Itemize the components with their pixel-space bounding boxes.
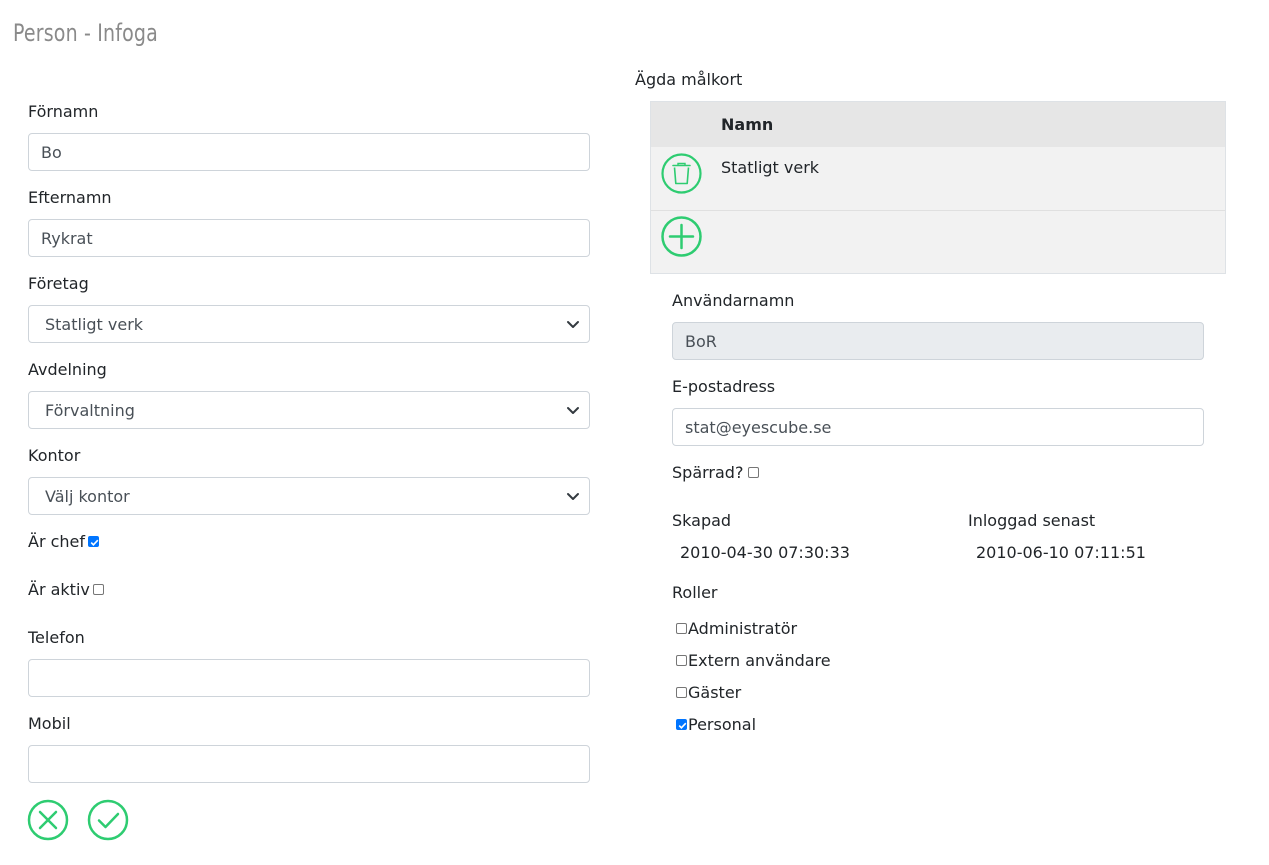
mobile-input[interactable]: [28, 745, 590, 783]
email-input[interactable]: [672, 408, 1204, 446]
cancel-button[interactable]: [27, 799, 69, 841]
department-select-value: Förvaltning: [45, 400, 135, 420]
role-checkbox-guests[interactable]: [676, 686, 687, 698]
created-value: 2010-04-30 07:30:33: [680, 543, 850, 562]
mobile-label: Mobil: [28, 714, 71, 733]
row-name-cell: Statligt verk: [721, 158, 820, 177]
check-circle-icon: [87, 799, 129, 841]
is-manager-label: Är chef: [28, 532, 86, 551]
last-login-label: Inloggad senast: [968, 511, 1096, 530]
department-select[interactable]: Förvaltning: [28, 391, 590, 429]
plus-circle-icon: [661, 216, 702, 257]
username-label: Användarnamn: [672, 291, 795, 310]
row-divider: [651, 210, 1225, 211]
chevron-down-icon: [567, 493, 579, 500]
role-label: Administratör: [688, 619, 798, 638]
department-label: Avdelning: [28, 360, 107, 379]
role-label: Extern användare: [688, 651, 831, 670]
role-checkbox-administrator[interactable]: [676, 622, 687, 634]
delete-row-button[interactable]: [661, 153, 702, 194]
x-circle-icon: [27, 799, 69, 841]
role-checkbox-staff[interactable]: [676, 718, 687, 730]
created-label: Skapad: [672, 511, 732, 530]
chevron-down-icon: [567, 407, 579, 414]
phone-input[interactable]: [28, 659, 590, 697]
company-select-value: Statligt verk: [45, 314, 144, 334]
is-manager-row: Är chef: [28, 532, 100, 552]
role-label: Personal: [688, 715, 757, 734]
target-cards-title: Ägda målkort: [635, 70, 743, 89]
first-name-label: Förnamn: [28, 102, 99, 121]
table-header: Namn: [651, 102, 1225, 147]
page-title: Person - Infoga: [13, 19, 158, 47]
email-label: E-postadress: [672, 377, 776, 396]
role-label: Gäster: [688, 683, 742, 702]
role-checkbox-external-user[interactable]: [676, 654, 687, 666]
office-select[interactable]: Välj kontor: [28, 477, 590, 515]
last-login-value: 2010-06-10 07:11:51: [976, 543, 1146, 562]
is-manager-checkbox[interactable]: [88, 535, 100, 547]
role-item-external-user: Extern användare: [676, 651, 831, 671]
role-item-staff: Personal: [676, 715, 756, 735]
blocked-label: Spärrad?: [672, 463, 744, 482]
role-item-administrator: Administratör: [676, 619, 797, 639]
is-active-label: Är aktiv: [28, 580, 90, 599]
add-target-card-button[interactable]: [661, 216, 702, 257]
role-item-guests: Gäster: [676, 683, 741, 703]
chevron-down-icon: [567, 321, 579, 328]
blocked-checkbox[interactable]: [748, 466, 760, 478]
company-label: Företag: [28, 274, 89, 293]
company-select[interactable]: Statligt verk: [28, 305, 590, 343]
save-button[interactable]: [87, 799, 129, 841]
phone-label: Telefon: [28, 628, 85, 647]
office-select-value: Välj kontor: [45, 486, 130, 506]
blocked-row: Spärrad?: [672, 463, 760, 483]
roles-title: Roller: [672, 583, 718, 602]
is-active-checkbox[interactable]: [92, 583, 104, 595]
last-name-input[interactable]: [28, 219, 590, 257]
last-name-label: Efternamn: [28, 188, 112, 207]
column-header-name: Namn: [721, 115, 774, 134]
office-label: Kontor: [28, 446, 81, 465]
first-name-input[interactable]: [28, 133, 590, 171]
username-input[interactable]: [672, 322, 1204, 360]
target-cards-table: Namn Statligt verk: [650, 101, 1226, 274]
is-active-row: Är aktiv: [28, 580, 104, 600]
trash-icon: [661, 153, 702, 194]
